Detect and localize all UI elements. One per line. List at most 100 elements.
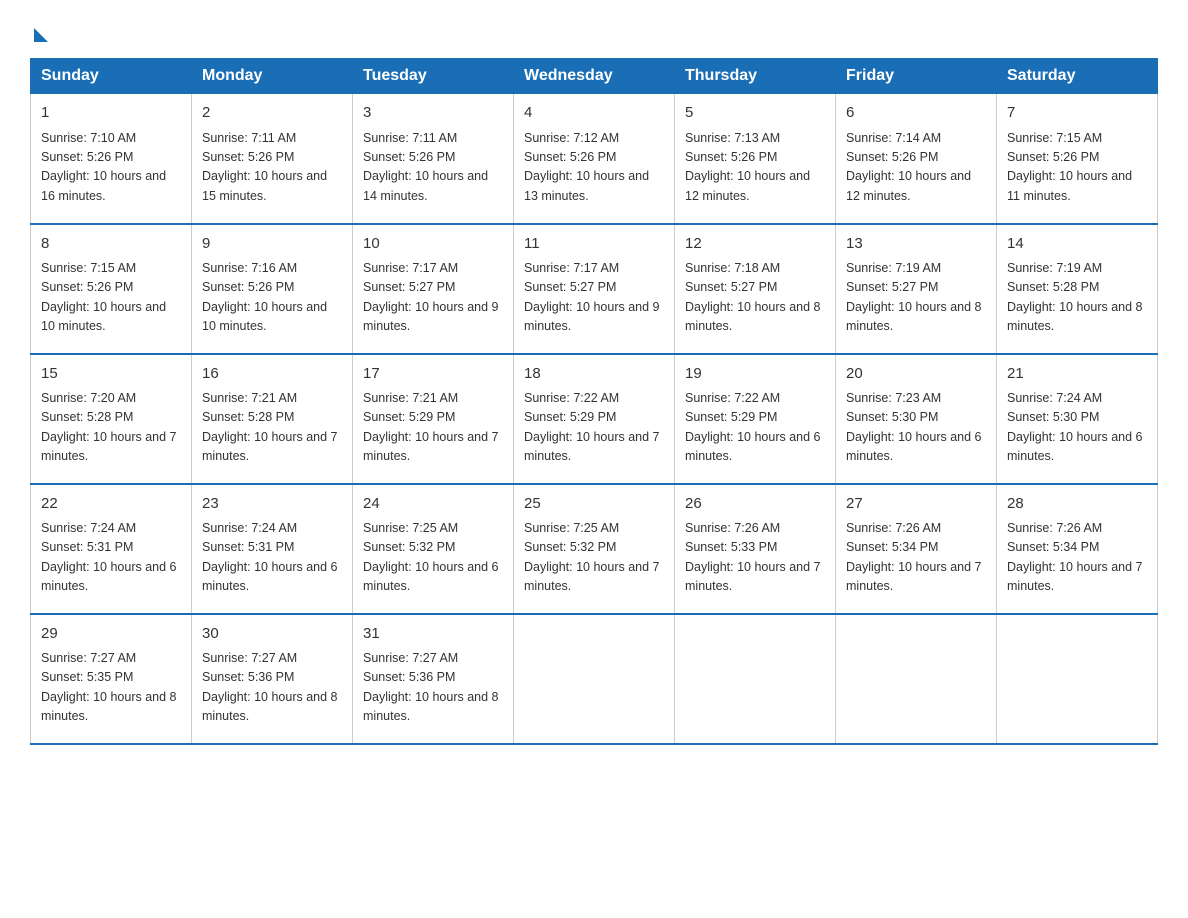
day-info: Sunrise: 7:14 AMSunset: 5:26 PMDaylight:… (846, 129, 986, 207)
day-number: 17 (363, 363, 503, 386)
day-info: Sunrise: 7:12 AMSunset: 5:26 PMDaylight:… (524, 129, 664, 207)
day-number: 2 (202, 102, 342, 125)
week-row-1: 1 Sunrise: 7:10 AMSunset: 5:26 PMDayligh… (31, 94, 1158, 224)
calendar-cell: 24 Sunrise: 7:25 AMSunset: 5:32 PMDaylig… (353, 484, 514, 614)
day-info: Sunrise: 7:24 AMSunset: 5:30 PMDaylight:… (1007, 389, 1147, 467)
day-number: 25 (524, 493, 664, 516)
column-header-wednesday: Wednesday (514, 59, 675, 94)
day-number: 26 (685, 493, 825, 516)
calendar-cell: 7 Sunrise: 7:15 AMSunset: 5:26 PMDayligh… (997, 94, 1158, 224)
calendar-cell: 26 Sunrise: 7:26 AMSunset: 5:33 PMDaylig… (675, 484, 836, 614)
calendar-cell: 3 Sunrise: 7:11 AMSunset: 5:26 PMDayligh… (353, 94, 514, 224)
column-header-friday: Friday (836, 59, 997, 94)
calendar-cell: 25 Sunrise: 7:25 AMSunset: 5:32 PMDaylig… (514, 484, 675, 614)
day-info: Sunrise: 7:17 AMSunset: 5:27 PMDaylight:… (524, 259, 664, 337)
calendar-cell: 30 Sunrise: 7:27 AMSunset: 5:36 PMDaylig… (192, 614, 353, 744)
day-number: 9 (202, 233, 342, 256)
calendar-cell: 4 Sunrise: 7:12 AMSunset: 5:26 PMDayligh… (514, 94, 675, 224)
calendar-cell (675, 614, 836, 744)
calendar-cell: 28 Sunrise: 7:26 AMSunset: 5:34 PMDaylig… (997, 484, 1158, 614)
day-info: Sunrise: 7:27 AMSunset: 5:36 PMDaylight:… (202, 649, 342, 727)
day-number: 6 (846, 102, 986, 125)
calendar-cell: 6 Sunrise: 7:14 AMSunset: 5:26 PMDayligh… (836, 94, 997, 224)
day-number: 22 (41, 493, 181, 516)
day-number: 24 (363, 493, 503, 516)
day-info: Sunrise: 7:27 AMSunset: 5:35 PMDaylight:… (41, 649, 181, 727)
calendar-cell: 20 Sunrise: 7:23 AMSunset: 5:30 PMDaylig… (836, 354, 997, 484)
day-info: Sunrise: 7:21 AMSunset: 5:29 PMDaylight:… (363, 389, 503, 467)
day-number: 30 (202, 623, 342, 646)
logo-arrow-icon (34, 28, 48, 42)
day-info: Sunrise: 7:19 AMSunset: 5:28 PMDaylight:… (1007, 259, 1147, 337)
day-info: Sunrise: 7:10 AMSunset: 5:26 PMDaylight:… (41, 129, 181, 207)
day-info: Sunrise: 7:26 AMSunset: 5:34 PMDaylight:… (846, 519, 986, 597)
day-number: 28 (1007, 493, 1147, 516)
day-number: 11 (524, 233, 664, 256)
day-info: Sunrise: 7:21 AMSunset: 5:28 PMDaylight:… (202, 389, 342, 467)
day-number: 13 (846, 233, 986, 256)
calendar-cell: 31 Sunrise: 7:27 AMSunset: 5:36 PMDaylig… (353, 614, 514, 744)
calendar-cell: 16 Sunrise: 7:21 AMSunset: 5:28 PMDaylig… (192, 354, 353, 484)
day-number: 7 (1007, 102, 1147, 125)
day-number: 19 (685, 363, 825, 386)
day-number: 18 (524, 363, 664, 386)
day-info: Sunrise: 7:15 AMSunset: 5:26 PMDaylight:… (41, 259, 181, 337)
day-info: Sunrise: 7:19 AMSunset: 5:27 PMDaylight:… (846, 259, 986, 337)
day-number: 15 (41, 363, 181, 386)
calendar-cell: 1 Sunrise: 7:10 AMSunset: 5:26 PMDayligh… (31, 94, 192, 224)
calendar-cell (997, 614, 1158, 744)
calendar-cell: 12 Sunrise: 7:18 AMSunset: 5:27 PMDaylig… (675, 224, 836, 354)
day-number: 5 (685, 102, 825, 125)
week-row-4: 22 Sunrise: 7:24 AMSunset: 5:31 PMDaylig… (31, 484, 1158, 614)
day-info: Sunrise: 7:25 AMSunset: 5:32 PMDaylight:… (363, 519, 503, 597)
column-header-monday: Monday (192, 59, 353, 94)
calendar-cell: 9 Sunrise: 7:16 AMSunset: 5:26 PMDayligh… (192, 224, 353, 354)
day-info: Sunrise: 7:22 AMSunset: 5:29 PMDaylight:… (524, 389, 664, 467)
column-header-tuesday: Tuesday (353, 59, 514, 94)
day-info: Sunrise: 7:15 AMSunset: 5:26 PMDaylight:… (1007, 129, 1147, 207)
day-number: 3 (363, 102, 503, 125)
calendar-cell: 14 Sunrise: 7:19 AMSunset: 5:28 PMDaylig… (997, 224, 1158, 354)
calendar-cell: 18 Sunrise: 7:22 AMSunset: 5:29 PMDaylig… (514, 354, 675, 484)
day-info: Sunrise: 7:22 AMSunset: 5:29 PMDaylight:… (685, 389, 825, 467)
week-row-2: 8 Sunrise: 7:15 AMSunset: 5:26 PMDayligh… (31, 224, 1158, 354)
day-info: Sunrise: 7:20 AMSunset: 5:28 PMDaylight:… (41, 389, 181, 467)
day-number: 12 (685, 233, 825, 256)
day-info: Sunrise: 7:25 AMSunset: 5:32 PMDaylight:… (524, 519, 664, 597)
calendar-cell: 2 Sunrise: 7:11 AMSunset: 5:26 PMDayligh… (192, 94, 353, 224)
day-info: Sunrise: 7:26 AMSunset: 5:34 PMDaylight:… (1007, 519, 1147, 597)
calendar-cell: 5 Sunrise: 7:13 AMSunset: 5:26 PMDayligh… (675, 94, 836, 224)
page-header (30, 20, 1158, 38)
day-info: Sunrise: 7:27 AMSunset: 5:36 PMDaylight:… (363, 649, 503, 727)
day-info: Sunrise: 7:24 AMSunset: 5:31 PMDaylight:… (202, 519, 342, 597)
calendar-cell: 11 Sunrise: 7:17 AMSunset: 5:27 PMDaylig… (514, 224, 675, 354)
logo (30, 20, 48, 38)
calendar-cell: 19 Sunrise: 7:22 AMSunset: 5:29 PMDaylig… (675, 354, 836, 484)
day-info: Sunrise: 7:17 AMSunset: 5:27 PMDaylight:… (363, 259, 503, 337)
calendar-cell: 15 Sunrise: 7:20 AMSunset: 5:28 PMDaylig… (31, 354, 192, 484)
week-row-3: 15 Sunrise: 7:20 AMSunset: 5:28 PMDaylig… (31, 354, 1158, 484)
day-info: Sunrise: 7:23 AMSunset: 5:30 PMDaylight:… (846, 389, 986, 467)
day-info: Sunrise: 7:13 AMSunset: 5:26 PMDaylight:… (685, 129, 825, 207)
calendar-table: SundayMondayTuesdayWednesdayThursdayFrid… (30, 58, 1158, 745)
day-info: Sunrise: 7:24 AMSunset: 5:31 PMDaylight:… (41, 519, 181, 597)
day-info: Sunrise: 7:16 AMSunset: 5:26 PMDaylight:… (202, 259, 342, 337)
calendar-cell: 10 Sunrise: 7:17 AMSunset: 5:27 PMDaylig… (353, 224, 514, 354)
day-number: 8 (41, 233, 181, 256)
column-header-thursday: Thursday (675, 59, 836, 94)
column-header-saturday: Saturday (997, 59, 1158, 94)
day-number: 29 (41, 623, 181, 646)
day-number: 27 (846, 493, 986, 516)
day-info: Sunrise: 7:26 AMSunset: 5:33 PMDaylight:… (685, 519, 825, 597)
calendar-header: SundayMondayTuesdayWednesdayThursdayFrid… (31, 59, 1158, 94)
calendar-cell: 29 Sunrise: 7:27 AMSunset: 5:35 PMDaylig… (31, 614, 192, 744)
calendar-cell (836, 614, 997, 744)
calendar-cell (514, 614, 675, 744)
day-number: 20 (846, 363, 986, 386)
calendar-cell: 22 Sunrise: 7:24 AMSunset: 5:31 PMDaylig… (31, 484, 192, 614)
day-info: Sunrise: 7:11 AMSunset: 5:26 PMDaylight:… (202, 129, 342, 207)
day-info: Sunrise: 7:18 AMSunset: 5:27 PMDaylight:… (685, 259, 825, 337)
day-info: Sunrise: 7:11 AMSunset: 5:26 PMDaylight:… (363, 129, 503, 207)
calendar-cell: 13 Sunrise: 7:19 AMSunset: 5:27 PMDaylig… (836, 224, 997, 354)
day-number: 21 (1007, 363, 1147, 386)
